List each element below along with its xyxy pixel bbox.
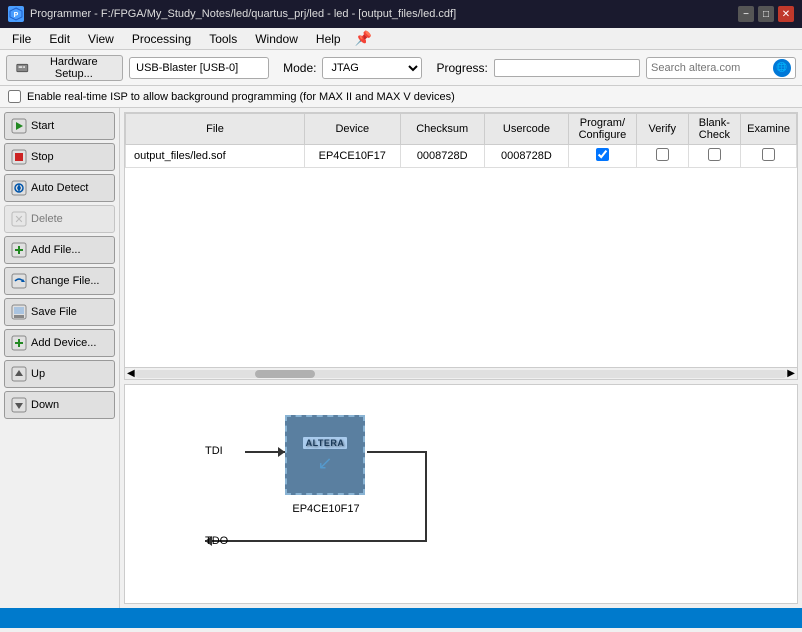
isp-checkbox[interactable]: [8, 90, 21, 103]
cell-device: EP4CE10F17: [304, 145, 400, 168]
up-button[interactable]: Up: [4, 360, 115, 388]
svg-text:✕: ✕: [14, 214, 23, 226]
menu-bar: File Edit View Processing Tools Window H…: [0, 28, 802, 50]
device-chip-label: EP4CE10F17: [288, 503, 364, 515]
up-icon: [11, 366, 27, 382]
col-header-blank: Blank-Check: [688, 114, 741, 145]
right-line: [367, 451, 427, 453]
blank-check-checkbox[interactable]: [708, 148, 721, 161]
col-header-device: Device: [304, 114, 400, 145]
progress-label: Progress:: [436, 61, 487, 75]
chip-logo: ALTERA: [303, 437, 348, 449]
add-file-button[interactable]: Add File...: [4, 236, 115, 264]
scrollbar-thumb[interactable]: [255, 370, 315, 378]
close-button[interactable]: ✕: [778, 6, 794, 22]
save-file-icon: [11, 304, 27, 320]
stop-icon: [11, 149, 27, 165]
search-box[interactable]: 🌐: [646, 57, 796, 79]
maximize-button[interactable]: □: [758, 6, 774, 22]
scroll-right-btn[interactable]: ▶: [787, 368, 795, 379]
main-content: Start Stop Auto Detect ✕ Delete: [0, 108, 802, 608]
menu-window[interactable]: Window: [247, 30, 306, 48]
stop-button[interactable]: Stop: [4, 143, 115, 171]
col-header-file: File: [126, 114, 305, 145]
window-title: Programmer - F:/FPGA/My_Study_Notes/led/…: [30, 8, 456, 20]
start-icon: [11, 118, 27, 134]
cell-usercode: 0008728D: [484, 145, 568, 168]
app-icon: P: [8, 6, 24, 22]
table-area: File Device Checksum Usercode Program/Co…: [124, 112, 798, 380]
delete-button[interactable]: ✕ Delete: [4, 205, 115, 233]
menu-tools[interactable]: Tools: [201, 30, 245, 48]
scrollbar-track: [135, 370, 788, 378]
isp-label: Enable real-time ISP to allow background…: [27, 91, 455, 103]
device-chip[interactable]: ALTERA ↙: [285, 415, 365, 495]
hardware-icon: [15, 60, 30, 76]
menu-edit[interactable]: Edit: [41, 30, 78, 48]
minimize-button[interactable]: −: [738, 6, 754, 22]
menu-extra-icon: 📌: [355, 30, 372, 47]
verify-checkbox[interactable]: [656, 148, 669, 161]
return-line: [245, 540, 427, 542]
auto-detect-button[interactable]: Auto Detect: [4, 174, 115, 202]
cell-checksum: 0008728D: [400, 145, 484, 168]
menu-file[interactable]: File: [4, 30, 39, 48]
title-bar-left: P Programmer - F:/FPGA/My_Study_Notes/le…: [8, 6, 456, 22]
status-bar: [0, 608, 802, 628]
col-header-examine: Examine: [741, 114, 797, 145]
cell-program[interactable]: [568, 145, 636, 168]
tdi-label: TDI: [205, 445, 223, 457]
cell-verify[interactable]: [636, 145, 688, 168]
add-device-icon: [11, 335, 27, 351]
change-file-button[interactable]: Change File...: [4, 267, 115, 295]
window-controls[interactable]: − □ ✕: [738, 6, 794, 22]
toolbar: Hardware Setup... USB-Blaster [USB-0] Mo…: [0, 50, 802, 86]
down-icon: [11, 397, 27, 413]
col-header-verify: Verify: [636, 114, 688, 145]
isp-row: Enable real-time ISP to allow background…: [0, 86, 802, 108]
auto-detect-icon: [11, 180, 27, 196]
add-file-icon: [11, 242, 27, 258]
scroll-left-btn[interactable]: ◀: [127, 368, 135, 379]
delete-icon: ✕: [11, 211, 27, 227]
menu-help[interactable]: Help: [308, 30, 349, 48]
chip-arrow-icon: ↙: [317, 453, 332, 474]
tdi-arrow: [245, 451, 285, 453]
menu-view[interactable]: View: [80, 30, 122, 48]
cell-examine[interactable]: [741, 145, 797, 168]
progress-bar: [494, 59, 640, 77]
cell-file: output_files/led.sof: [126, 145, 305, 168]
globe-icon: 🌐: [773, 59, 791, 77]
start-button[interactable]: Start: [4, 112, 115, 140]
menu-processing[interactable]: Processing: [124, 30, 199, 48]
add-device-button[interactable]: Add Device...: [4, 329, 115, 357]
down-button[interactable]: Down: [4, 391, 115, 419]
col-header-checksum: Checksum: [400, 114, 484, 145]
programmer-table: File Device Checksum Usercode Program/Co…: [125, 113, 797, 168]
mode-select[interactable]: JTAG Active Serial Passive Serial: [322, 57, 422, 79]
hardware-setup-button[interactable]: Hardware Setup...: [6, 55, 123, 81]
change-file-icon: [11, 273, 27, 289]
tdo-label: TDO: [205, 535, 228, 547]
bottom-line: [425, 453, 427, 542]
program-checkbox[interactable]: [596, 148, 609, 161]
right-panel: File Device Checksum Usercode Program/Co…: [120, 108, 802, 608]
usb-blaster-display: USB-Blaster [USB-0]: [129, 57, 269, 79]
mode-label: Mode:: [283, 61, 316, 75]
col-header-usercode: Usercode: [484, 114, 568, 145]
horizontal-scrollbar[interactable]: ◀ ▶: [125, 367, 797, 379]
diagram-area: TDI ALTERA ↙ EP4CE10F17 TDO: [124, 384, 798, 604]
examine-checkbox[interactable]: [762, 148, 775, 161]
save-file-button[interactable]: Save File: [4, 298, 115, 326]
search-input[interactable]: [651, 62, 771, 74]
sidebar: Start Stop Auto Detect ✕ Delete: [0, 108, 120, 608]
table-row: output_files/led.sof EP4CE10F17 0008728D…: [126, 145, 797, 168]
cell-blank-check[interactable]: [688, 145, 741, 168]
svg-text:P: P: [14, 12, 19, 19]
title-bar: P Programmer - F:/FPGA/My_Study_Notes/le…: [0, 0, 802, 28]
col-header-program: Program/Configure: [568, 114, 636, 145]
